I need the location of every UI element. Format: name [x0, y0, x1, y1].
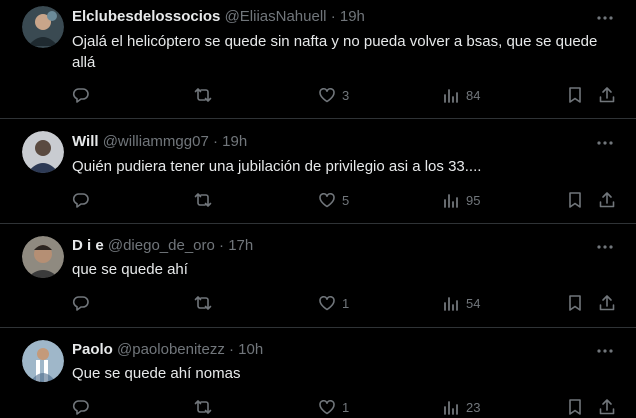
author-name[interactable]: Elclubesdelossocios: [72, 8, 220, 25]
views-button[interactable]: 23: [442, 396, 480, 418]
bookmark-icon: [569, 295, 581, 311]
tweet-header: Elclubesdelossocios @EliiasNahuell · 19h: [72, 7, 365, 27]
tweet-actions: 3 84: [72, 84, 620, 106]
like-count: 1: [342, 399, 350, 415]
more-icon[interactable]: [596, 238, 614, 256]
bookmark-button[interactable]: [566, 189, 584, 211]
reply-button[interactable]: [72, 292, 90, 314]
share-icon: [599, 295, 615, 311]
reply-button[interactable]: [72, 396, 90, 418]
view-count: 95: [466, 192, 481, 208]
tweet-actions: 1 54: [72, 292, 620, 314]
author-handle[interactable]: @EliiasNahuell: [225, 8, 327, 25]
reply-icon: [72, 88, 89, 103]
like-count: 5: [342, 192, 350, 208]
bookmark-button[interactable]: [566, 292, 584, 314]
heart-icon: [319, 192, 335, 208]
retweet-icon: [194, 193, 212, 207]
bookmark-icon: [569, 192, 581, 208]
timestamp[interactable]: 19h: [340, 8, 365, 25]
share-icon: [599, 399, 615, 415]
avatar[interactable]: [22, 6, 64, 48]
views-button[interactable]: 95: [442, 189, 480, 211]
share-icon: [599, 192, 615, 208]
retweet-icon: [194, 88, 212, 102]
like-count: 3: [342, 87, 350, 103]
retweet-button[interactable]: [194, 292, 212, 314]
avatar[interactable]: [22, 131, 64, 173]
like-button[interactable]: 3: [318, 84, 349, 106]
like-count: 1: [342, 295, 350, 311]
separator: ·: [212, 133, 218, 150]
view-count: 84: [466, 87, 481, 103]
tweet-actions: 5 95: [72, 189, 620, 211]
tweet[interactable]: Will @williammgg07 · 19h Quién pudiera t…: [0, 119, 636, 223]
author-handle[interactable]: @paolobenitezz: [117, 341, 225, 358]
tweet-header: Paolo @paolobenitezz · 10h: [72, 340, 263, 360]
share-button[interactable]: [598, 189, 616, 211]
separator: ·: [330, 8, 336, 25]
tweet-actions: 1 23: [72, 396, 620, 418]
tweet-header: Will @williammgg07 · 19h: [72, 132, 247, 152]
more-icon[interactable]: [596, 342, 614, 360]
author-handle[interactable]: @diego_de_oro: [108, 237, 215, 254]
author-name[interactable]: Will: [72, 133, 99, 150]
views-icon: [444, 89, 458, 103]
tweet-text: que se quede ahí: [72, 261, 188, 278]
retweet-button[interactable]: [194, 396, 212, 418]
reply-button[interactable]: [72, 84, 90, 106]
timestamp[interactable]: 19h: [222, 133, 247, 150]
tweet-text: Quién pudiera tener una jubilación de pr…: [72, 158, 482, 175]
tweet[interactable]: Elclubesdelossocios @EliiasNahuell · 19h…: [0, 0, 636, 118]
retweet-button[interactable]: [194, 84, 212, 106]
views-icon: [444, 194, 458, 208]
author-handle[interactable]: @williammgg07: [103, 133, 209, 150]
timestamp[interactable]: 10h: [238, 341, 263, 358]
timestamp[interactable]: 17h: [228, 237, 253, 254]
view-count: 23: [466, 399, 481, 415]
bookmark-button[interactable]: [566, 84, 584, 106]
reply-icon: [72, 193, 89, 208]
share-button[interactable]: [598, 396, 616, 418]
like-button[interactable]: 1: [318, 292, 349, 314]
retweet-button[interactable]: [194, 189, 212, 211]
tweet-text: Que se quede ahí nomas: [72, 365, 241, 382]
heart-icon: [319, 295, 335, 311]
more-icon[interactable]: [596, 9, 614, 27]
tweet[interactable]: Paolo @paolobenitezz · 10h Que se quede …: [0, 328, 636, 415]
share-icon: [599, 87, 615, 103]
share-button[interactable]: [598, 292, 616, 314]
reply-icon: [72, 400, 89, 415]
view-count: 54: [466, 295, 481, 311]
views-icon: [444, 297, 458, 311]
separator: ·: [219, 237, 225, 254]
views-icon: [444, 401, 458, 415]
author-name[interactable]: D i e: [72, 237, 104, 254]
reply-button[interactable]: [72, 189, 90, 211]
tweet-header: D i e @diego_de_oro · 17h: [72, 236, 253, 256]
avatar[interactable]: [22, 340, 64, 382]
retweet-icon: [194, 296, 212, 310]
tweet[interactable]: D i e @diego_de_oro · 17h que se quede a…: [0, 224, 636, 327]
reply-icon: [72, 296, 89, 311]
bookmark-icon: [569, 399, 581, 415]
retweet-icon: [194, 400, 212, 414]
separator: ·: [229, 341, 234, 358]
more-icon[interactable]: [596, 134, 614, 152]
heart-icon: [319, 87, 335, 103]
views-button[interactable]: 54: [442, 292, 480, 314]
like-button[interactable]: 5: [318, 189, 349, 211]
avatar[interactable]: [22, 236, 64, 278]
like-button[interactable]: 1: [318, 396, 349, 418]
bookmark-button[interactable]: [566, 396, 584, 418]
tweet-text: Ojalá el helicóptero se quede sin nafta …: [72, 33, 598, 71]
share-button[interactable]: [598, 84, 616, 106]
heart-icon: [319, 399, 335, 415]
bookmark-icon: [569, 87, 581, 103]
author-name[interactable]: Paolo: [72, 341, 113, 358]
views-button[interactable]: 84: [442, 84, 480, 106]
